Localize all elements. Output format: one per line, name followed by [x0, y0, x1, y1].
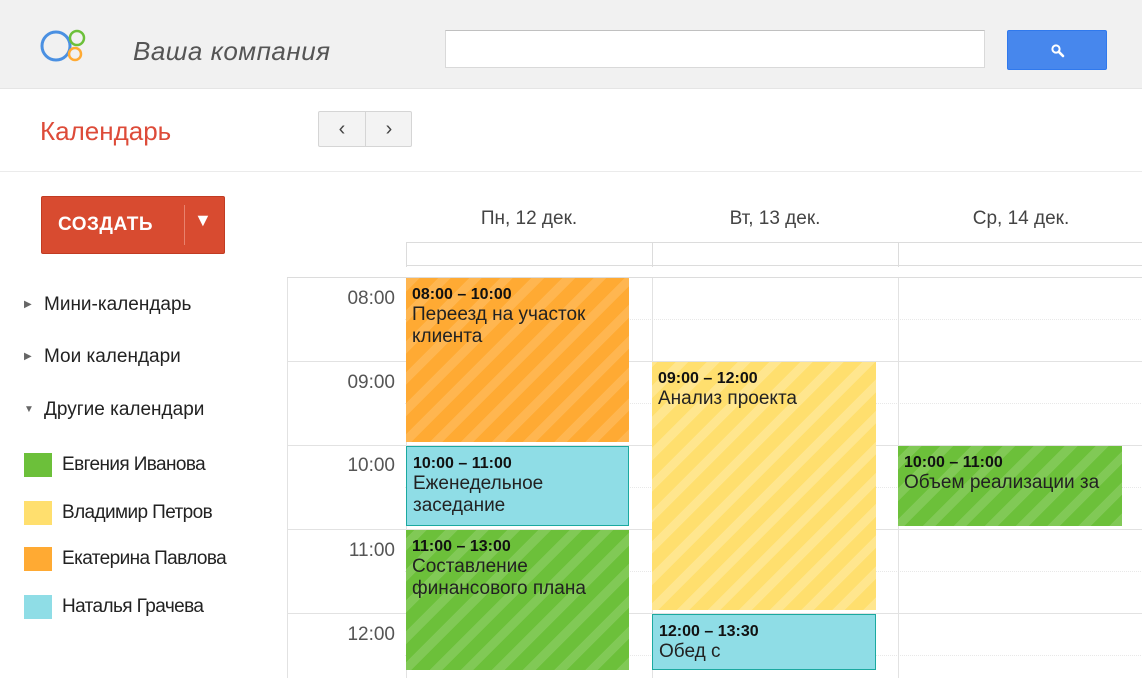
- top-header: Ваша компания: [0, 0, 1142, 89]
- event-title: Анализ проекта: [658, 388, 797, 409]
- event-title: Обед с: [659, 641, 721, 662]
- next-week-button[interactable]: ›: [366, 112, 412, 146]
- time-label: 10:00: [347, 455, 395, 476]
- date-navigation: ‹ ›: [318, 111, 412, 147]
- time-label: 11:00: [348, 540, 395, 561]
- magnifier-icon: [1051, 44, 1065, 58]
- calendar-color-swatch: [24, 453, 52, 477]
- event-title: Объем реализации за: [904, 472, 1100, 493]
- calendar-color-swatch: [24, 501, 52, 525]
- create-button-label: СОЗДАТЬ: [58, 214, 154, 235]
- column-divider: [287, 278, 288, 678]
- page-title: Календарь: [40, 116, 172, 146]
- day-header-tue[interactable]: Вт, 13 дек.: [652, 208, 898, 230]
- day-header-mon[interactable]: Пн, 12 дек.: [406, 208, 652, 230]
- event-card[interactable]: 09:00 – 12:00 Анализ проекта: [652, 362, 876, 610]
- time-label: 12:00: [347, 624, 395, 645]
- event-card[interactable]: 11:00 – 13:00 Составление финансового пл…: [406, 530, 629, 670]
- expand-arrow-icon: ▶: [24, 299, 32, 311]
- search-input[interactable]: [445, 30, 985, 68]
- prev-week-button[interactable]: ‹: [319, 112, 366, 146]
- time-label: 09:00: [347, 372, 395, 393]
- sidebar-section-mini-calendar[interactable]: ▶ Мини-календарь: [24, 294, 191, 316]
- calendar-name: Евгения Иванова: [62, 454, 206, 475]
- calendar-name: Владимир Петров: [62, 502, 213, 523]
- sidebar-section-label: Другие календари: [44, 399, 205, 420]
- create-dropdown-arrow-icon[interactable]: ▼: [194, 210, 212, 231]
- sidebar-section-my-calendars[interactable]: ▶ Мои календари: [24, 346, 181, 368]
- event-title: Составление финансового плана: [412, 556, 586, 599]
- column-divider: [652, 243, 653, 267]
- event-title: Еженедельное заседание: [413, 473, 544, 516]
- event-time: 10:00 – 11:00: [904, 454, 1003, 471]
- company-logo-icon: [40, 29, 86, 62]
- event-card[interactable]: 10:00 – 11:00 Еженедельное заседание: [406, 446, 629, 526]
- calendar-color-swatch: [24, 595, 52, 619]
- event-time: 11:00 – 13:00: [412, 538, 511, 555]
- event-time: 08:00 – 10:00: [412, 286, 512, 303]
- sidebar-section-label: Мои календари: [44, 346, 181, 367]
- event-card[interactable]: 10:00 – 11:00 Объем реализации за: [898, 446, 1122, 526]
- event-time: 10:00 – 11:00: [413, 455, 512, 472]
- search-button[interactable]: [1007, 30, 1107, 70]
- company-name: Ваша компания: [133, 36, 331, 66]
- expand-arrow-icon: ▶: [24, 351, 32, 363]
- day-header-wed[interactable]: Ср, 14 дек.: [898, 208, 1142, 230]
- column-divider: [898, 243, 899, 267]
- sidebar-section-label: Мини-календарь: [44, 294, 192, 315]
- create-button-divider: [184, 205, 185, 245]
- collapse-arrow-icon: ▼: [24, 404, 34, 416]
- event-title: Переезд на участок клиента: [412, 304, 586, 347]
- event-card[interactable]: 08:00 – 10:00 Переезд на участок клиента: [406, 278, 629, 442]
- event-time: 09:00 – 12:00: [658, 370, 758, 387]
- event-time: 12:00 – 13:30: [659, 623, 759, 640]
- event-card[interactable]: 12:00 – 13:30 Обед с: [652, 614, 876, 670]
- calendar-name: Наталья Грачева: [62, 596, 204, 617]
- app-bar: Календарь ‹ ›: [0, 89, 1142, 172]
- create-button[interactable]: СОЗДАТЬ ▼: [41, 196, 225, 254]
- sidebar-section-other-calendars[interactable]: ▼ Другие календари: [24, 399, 204, 421]
- time-label: 08:00: [347, 288, 395, 309]
- column-divider: [406, 243, 407, 267]
- all-day-row[interactable]: [406, 242, 1142, 267]
- calendar-name: Екатерина Павлова: [62, 548, 227, 569]
- calendar-color-swatch: [24, 547, 52, 571]
